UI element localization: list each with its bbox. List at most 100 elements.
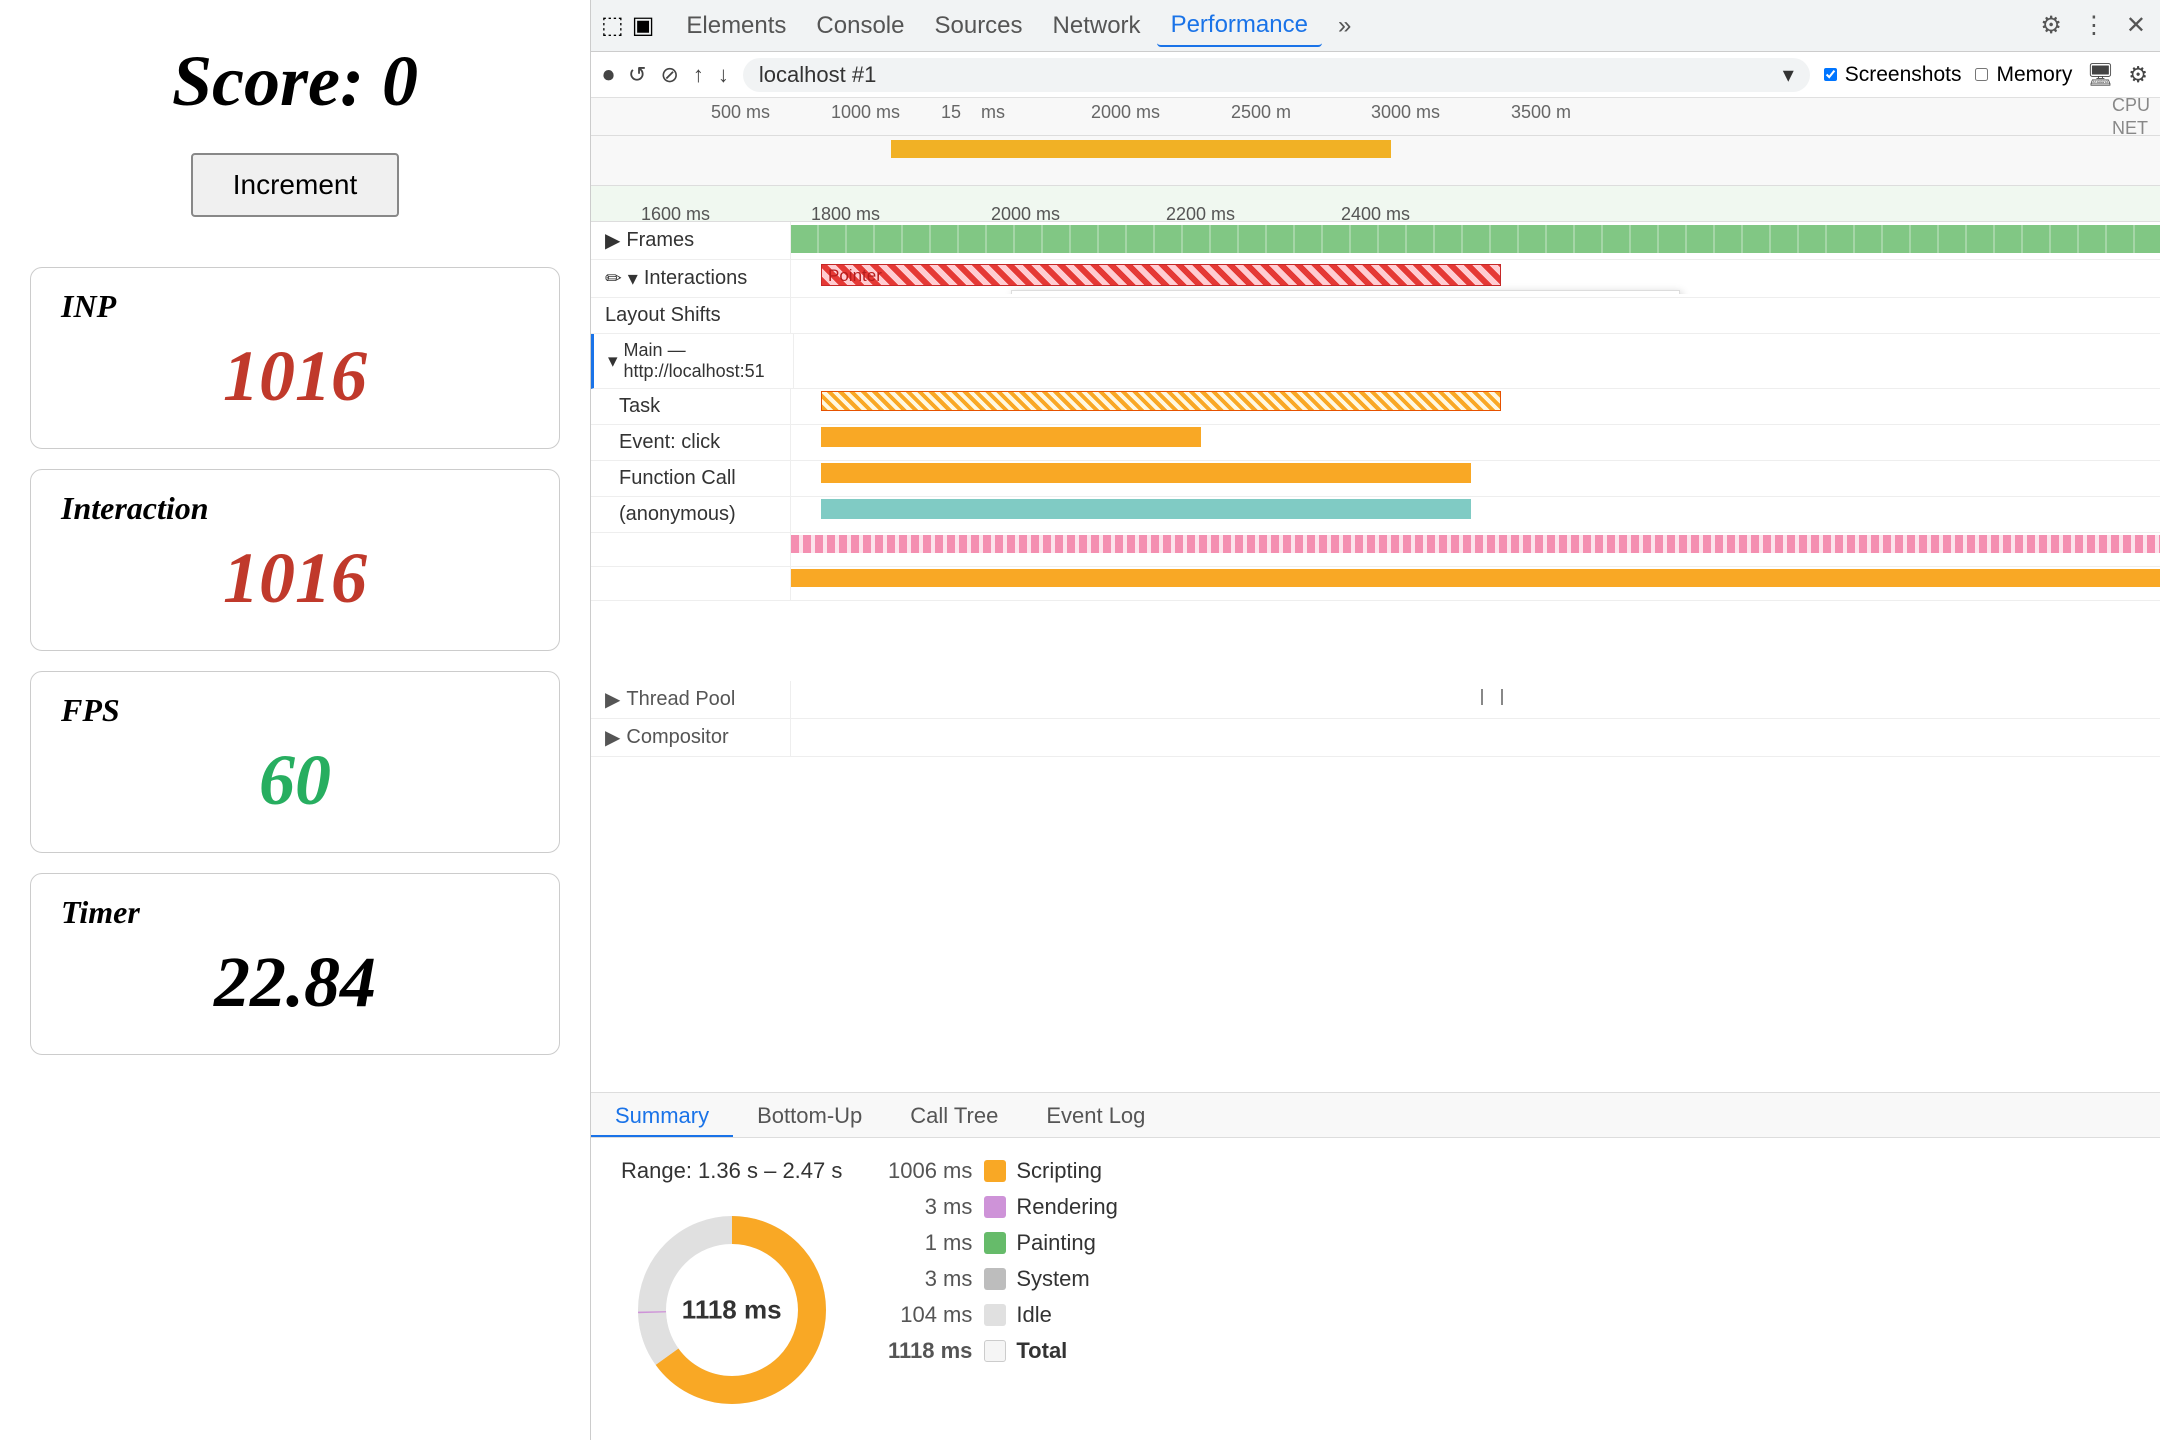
timeline-ruler: 500 ms 1000 ms 15 ms 2000 ms 2500 m 3000… bbox=[591, 98, 2160, 136]
thread-pool-label[interactable]: ▶ Thread Pool bbox=[591, 681, 791, 718]
thread-pool-section: ▶ Thread Pool bbox=[591, 681, 2160, 719]
layout-shifts-text: Layout Shifts bbox=[605, 304, 721, 327]
event-click-section: Event: click bbox=[591, 425, 2160, 461]
upload-icon[interactable]: ↑ bbox=[693, 62, 704, 88]
compositor-label[interactable]: ▶ Compositor bbox=[591, 719, 791, 756]
devtools-tabs: Elements Console Sources Network Perform… bbox=[672, 5, 1365, 47]
tab-sources[interactable]: Sources bbox=[920, 6, 1036, 46]
function-call-section: Function Call bbox=[591, 461, 2160, 497]
thread-pool-text: Thread Pool bbox=[626, 688, 735, 711]
legend-total: 1118 ms Total bbox=[882, 1338, 2130, 1364]
screenshots-checkbox[interactable] bbox=[1824, 68, 1837, 81]
tab-performance[interactable]: Performance bbox=[1157, 5, 1322, 47]
memory-checkbox[interactable] bbox=[1975, 68, 1988, 81]
yellow-row-label bbox=[591, 567, 791, 600]
main-label[interactable]: ▾ Main — http://localhost:51 bbox=[594, 334, 794, 388]
memory-icon2[interactable]: 🖥 bbox=[2086, 62, 2114, 88]
ruler-1000: 1000 ms bbox=[831, 102, 900, 123]
frames-label[interactable]: ▶ Frames bbox=[591, 222, 791, 259]
layout-shifts-label[interactable]: Layout Shifts bbox=[591, 298, 791, 333]
tab-event-log[interactable]: Event Log bbox=[1022, 1093, 1169, 1137]
anonymous-label: (anonymous) bbox=[591, 497, 791, 532]
score-title: Score: 0 bbox=[172, 40, 418, 123]
settings-icon[interactable]: ⚙ bbox=[2036, 7, 2066, 44]
devtools-panel: ⬚ ▣ Elements Console Sources Network Per… bbox=[590, 0, 2160, 1440]
url-dropdown-icon[interactable]: ▾ bbox=[1783, 62, 1794, 88]
main-collapse-icon[interactable]: ▾ bbox=[608, 350, 618, 373]
inspect-icon[interactable]: ⬚ bbox=[601, 11, 624, 40]
inp-label: INP bbox=[61, 288, 529, 325]
tab-call-tree[interactable]: Call Tree bbox=[886, 1093, 1022, 1137]
pointer-interaction-bar[interactable]: Pointer bbox=[821, 264, 1501, 286]
perf-settings-icon[interactable]: ⚙ bbox=[2128, 62, 2148, 88]
legend-idle-value: 104 ms bbox=[882, 1302, 972, 1328]
record-icon[interactable]: ⏺ bbox=[603, 62, 614, 88]
legend-rendering: 3 ms Rendering bbox=[882, 1194, 2130, 1220]
anonymous-section: (anonymous) bbox=[591, 497, 2160, 533]
timeline-secondary: 1600 ms 1800 ms 2000 ms 2200 ms 2400 ms bbox=[591, 186, 2160, 222]
pink-row-label bbox=[591, 533, 791, 566]
increment-button[interactable]: Increment bbox=[191, 153, 400, 217]
tab-elements[interactable]: Elements bbox=[672, 6, 800, 46]
tab-summary[interactable]: Summary bbox=[591, 1093, 733, 1137]
tab-console[interactable]: Console bbox=[802, 6, 918, 46]
frames-collapse-icon[interactable]: ▶ bbox=[605, 228, 620, 253]
legend-system-value: 3 ms bbox=[882, 1266, 972, 1292]
timeline-content[interactable]: ▶ Frames ✏ ▾ Interactions Pointer 1.02 s bbox=[591, 222, 2160, 1092]
summary-chart-area: Range: 1.36 s – 2.47 s 1118 ms bbox=[621, 1158, 842, 1420]
anonymous-bar bbox=[821, 499, 1471, 519]
inp-card: INP 1016 bbox=[30, 267, 560, 449]
event-click-label: Event: click bbox=[591, 425, 791, 460]
compositor-section: ▶ Compositor bbox=[591, 719, 2160, 757]
event-click-bar bbox=[821, 427, 1201, 447]
function-call-bar bbox=[821, 463, 1471, 483]
main-section: ▾ Main — http://localhost:51 bbox=[591, 334, 2160, 389]
rendering-dot bbox=[984, 1196, 1006, 1218]
interaction-value: 1016 bbox=[61, 537, 529, 620]
download-icon[interactable]: ↓ bbox=[718, 62, 729, 88]
task-section: Task bbox=[591, 389, 2160, 425]
ruler-3000: 3000 ms bbox=[1371, 102, 1440, 123]
painting-dot bbox=[984, 1232, 1006, 1254]
interactions-collapse-icon[interactable]: ▾ bbox=[628, 266, 638, 291]
interactions-text: Interactions bbox=[644, 267, 747, 290]
system-dot bbox=[984, 1268, 1006, 1290]
clear-icon[interactable]: ⊘ bbox=[660, 62, 678, 88]
tab-more[interactable]: » bbox=[1324, 6, 1365, 46]
legend-painting-value: 1 ms bbox=[882, 1230, 972, 1256]
perf-toolbar: ⏺ ↺ ⊘ ↑ ↓ localhost #1 ▾ Screenshots Mem… bbox=[591, 52, 2160, 98]
cpu-label: CPU bbox=[2112, 98, 2150, 116]
thread-pool-marker1 bbox=[1481, 689, 1483, 705]
fps-value: 60 bbox=[61, 739, 529, 822]
tab-network[interactable]: Network bbox=[1039, 6, 1155, 46]
empty-space bbox=[591, 601, 2160, 681]
main-text: Main — http://localhost:51 bbox=[624, 340, 787, 382]
close-icon[interactable]: ✕ bbox=[2122, 7, 2150, 44]
function-call-label: Function Call bbox=[591, 461, 791, 496]
reload-icon[interactable]: ↺ bbox=[628, 62, 646, 88]
timer-label: Timer bbox=[61, 894, 529, 931]
memory-label: Memory bbox=[1996, 63, 2072, 87]
layout-shifts-track bbox=[791, 298, 2160, 328]
frames-text: Frames bbox=[626, 229, 694, 252]
interaction-label: Interaction bbox=[61, 490, 529, 527]
summary-section: Range: 1.36 s – 2.47 s 1118 ms 1006 bbox=[591, 1138, 2160, 1440]
event-click-text: Event: click bbox=[619, 431, 720, 454]
interactions-section: ✏ ▾ Interactions Pointer 1.02 s Pointer … bbox=[591, 260, 2160, 298]
ruler-ms: ms bbox=[981, 102, 1005, 123]
compositor-collapse-icon[interactable]: ▶ bbox=[605, 725, 620, 750]
thread-pool-track bbox=[791, 681, 2160, 711]
yellow-bar bbox=[791, 569, 2160, 587]
interactions-label[interactable]: ✏ ▾ Interactions bbox=[591, 260, 791, 297]
layout-shifts-section: Layout Shifts bbox=[591, 298, 2160, 334]
tab-bottom-up[interactable]: Bottom-Up bbox=[733, 1093, 886, 1137]
thread-pool-marker2 bbox=[1501, 689, 1503, 705]
thread-pool-collapse-icon[interactable]: ▶ bbox=[605, 687, 620, 712]
more-options-icon[interactable]: ⋮ bbox=[2078, 7, 2110, 44]
device-icon[interactable]: ▣ bbox=[632, 11, 655, 40]
bottom-tabs: Summary Bottom-Up Call Tree Event Log bbox=[591, 1092, 2160, 1138]
function-call-text: Function Call bbox=[619, 467, 736, 490]
left-panel: Score: 0 Increment INP 1016 Interaction … bbox=[0, 0, 590, 1440]
fps-label: FPS bbox=[61, 692, 529, 729]
painting-name: Painting bbox=[1016, 1230, 1096, 1256]
